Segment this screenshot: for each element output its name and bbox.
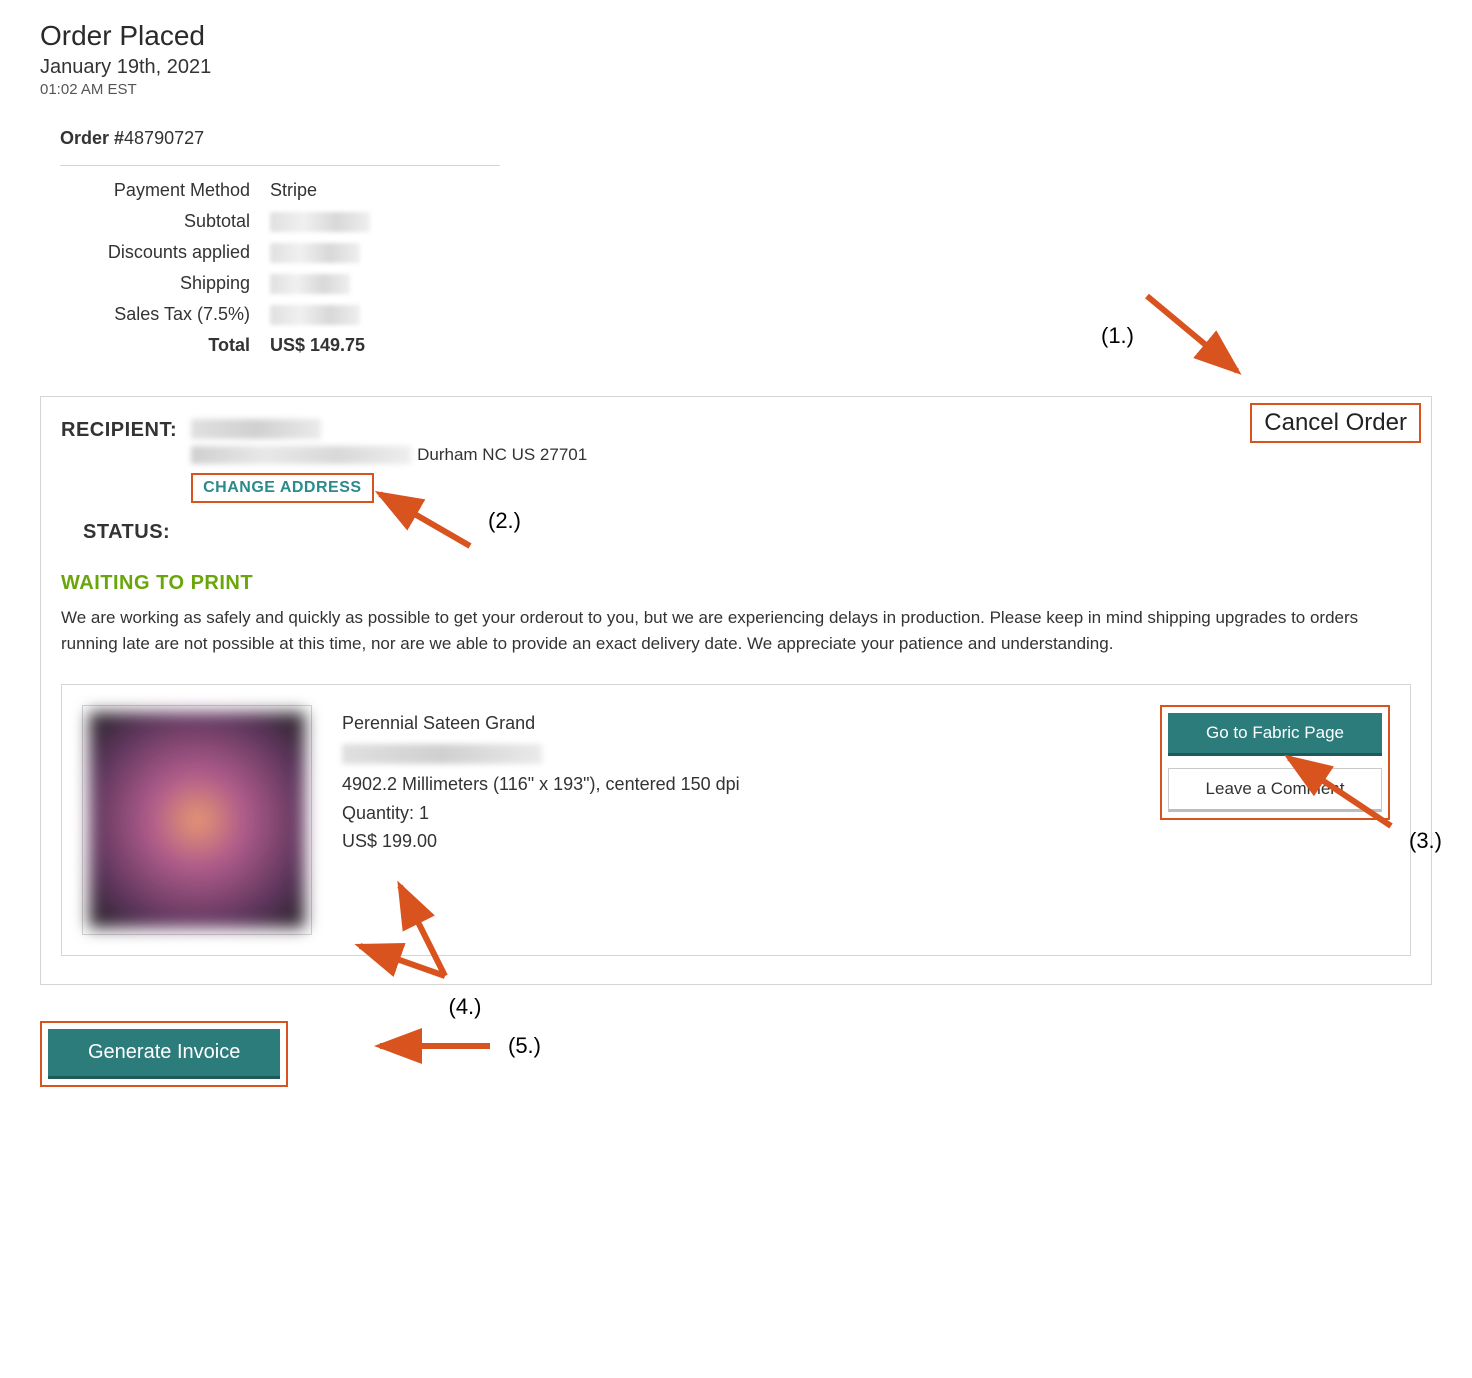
leave-comment-button[interactable]: Leave a Comment xyxy=(1168,768,1382,812)
page-title: Order Placed xyxy=(40,20,1432,52)
redacted-item-detail xyxy=(342,744,542,764)
recipient-label: RECIPIENT: xyxy=(61,419,177,442)
redacted-value xyxy=(270,274,350,294)
annotation-1: (1.) xyxy=(1101,286,1252,386)
recipient-block: Durham NC US 27701 CHANGE ADDRESS xyxy=(191,419,587,503)
redacted-value xyxy=(270,305,360,325)
generate-invoice-button[interactable]: Generate Invoice xyxy=(48,1029,280,1079)
arrow-icon xyxy=(1142,286,1252,386)
cancel-order-button[interactable]: Cancel Order xyxy=(1250,403,1421,443)
row-subtotal: Subtotal xyxy=(60,211,500,232)
annotation-5: (5.) xyxy=(370,1031,541,1061)
annotation-5-label: (5.) xyxy=(508,1033,541,1059)
arrow-icon xyxy=(370,1031,500,1061)
redacted-recipient-address xyxy=(191,446,411,464)
payment-method-label: Payment Method xyxy=(60,180,270,201)
redacted-value xyxy=(270,212,370,232)
row-payment-method: Payment Method Stripe xyxy=(60,180,500,201)
status-label: STATUS: xyxy=(83,521,1411,544)
order-time: 01:02 AM EST xyxy=(40,81,1432,98)
annotation-1-label: (1.) xyxy=(1101,323,1134,349)
item-price: US$ 199.00 xyxy=(342,827,1390,856)
order-details-panel: Cancel Order RECIPIENT: Durham NC US 277… xyxy=(40,396,1432,985)
divider xyxy=(60,165,500,166)
row-discounts: Discounts applied xyxy=(60,242,500,263)
tax-label: Sales Tax (7.5%) xyxy=(60,304,270,325)
row-sales-tax: Sales Tax (7.5%) xyxy=(60,304,500,325)
go-to-fabric-button[interactable]: Go to Fabric Page xyxy=(1168,713,1382,756)
recipient-row: RECIPIENT: Durham NC US 27701 CHANGE ADD… xyxy=(61,419,1411,503)
redacted-value xyxy=(270,243,360,263)
total-value: US$ 149.75 xyxy=(270,335,365,356)
recipient-address-suffix: Durham NC US 27701 xyxy=(417,445,587,465)
order-number-label: Order # xyxy=(60,128,124,148)
change-address-button[interactable]: CHANGE ADDRESS xyxy=(191,473,373,503)
discounts-label: Discounts applied xyxy=(60,242,270,263)
redacted-recipient-name xyxy=(191,419,321,439)
order-summary: Order #48790727 Payment Method Stripe Su… xyxy=(60,128,500,356)
row-shipping: Shipping xyxy=(60,273,500,294)
redacted-thumbnail-image xyxy=(89,712,305,928)
item-actions: Go to Fabric Page Leave a Comment xyxy=(1160,705,1390,820)
shipping-label: Shipping xyxy=(60,273,270,294)
status-description: We are working as safely and quickly as … xyxy=(61,605,1411,656)
order-number-value: 48790727 xyxy=(124,128,204,148)
subtotal-label: Subtotal xyxy=(60,211,270,232)
row-total: Total US$ 149.75 xyxy=(60,335,500,356)
generate-invoice-highlight: Generate Invoice xyxy=(40,1021,288,1087)
annotation-4-label: (4.) xyxy=(449,994,482,1020)
total-label: Total xyxy=(60,335,270,356)
status-value: WAITING TO PRINT xyxy=(61,572,1411,595)
order-date: January 19th, 2021 xyxy=(40,56,1432,79)
payment-method-value: Stripe xyxy=(270,180,317,201)
order-number-row: Order #48790727 xyxy=(60,128,500,149)
line-item-card: Perennial Sateen Grand 4902.2 Millimeter… xyxy=(61,684,1411,956)
item-thumbnail xyxy=(82,705,312,935)
